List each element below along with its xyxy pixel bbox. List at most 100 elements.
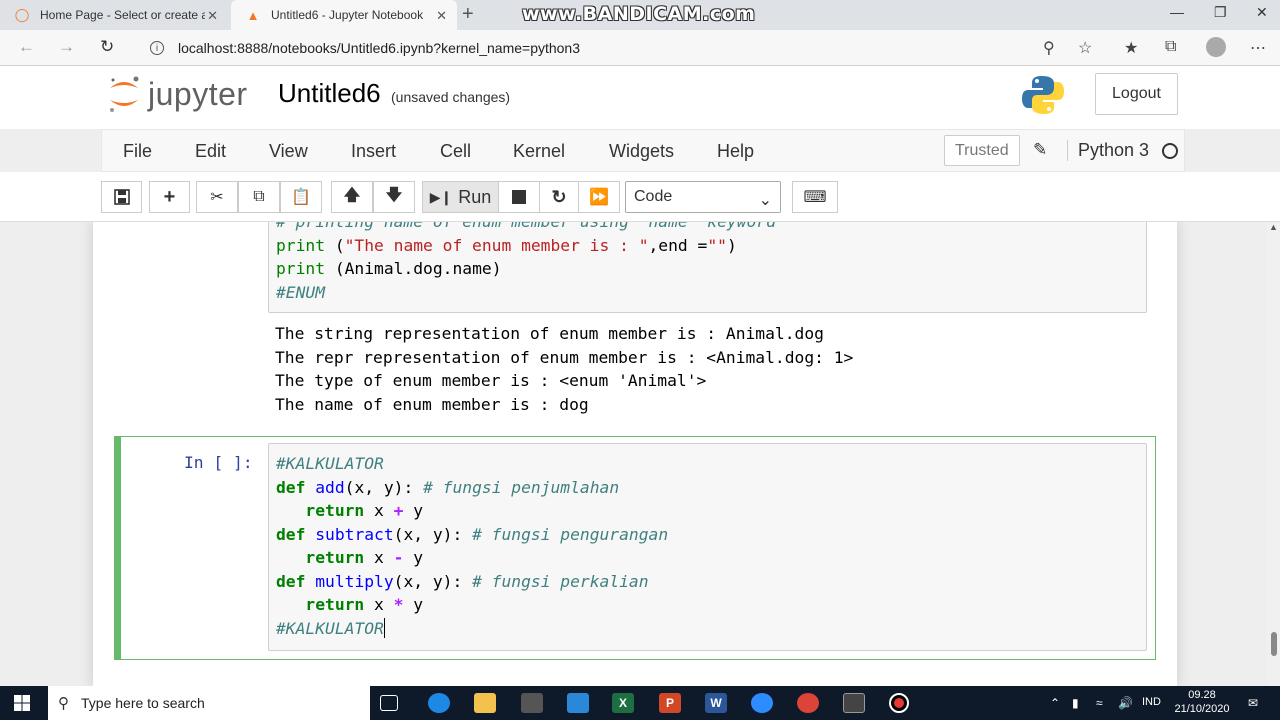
- address-bar-row: ← → ↻ i localhost:8888/notebooks/Untitle…: [0, 30, 1280, 66]
- move-up-button[interactable]: 🡅: [331, 181, 373, 213]
- forward-icon[interactable]: →: [58, 37, 75, 57]
- save-status: (unsaved changes): [391, 89, 511, 105]
- url-text: localhost:8888/notebooks/Untitled6.ipynb…: [178, 40, 581, 56]
- notebook-container: # printing name of enum member using "na…: [93, 222, 1177, 686]
- favorite-star-icon[interactable]: ☆: [1078, 38, 1092, 58]
- scrollbar-thumb[interactable]: [1271, 632, 1277, 656]
- chrome-icon[interactable]: [797, 693, 819, 713]
- profile-avatar[interactable]: [1206, 37, 1226, 57]
- excel-icon[interactable]: X: [612, 693, 634, 713]
- mail-icon[interactable]: [567, 693, 589, 713]
- menu-edit[interactable]: Edit: [195, 141, 226, 162]
- search-placeholder: Type here to search: [81, 695, 205, 711]
- jupyter-logo[interactable]: jupyter: [106, 74, 248, 114]
- close-icon[interactable]: ✕: [207, 8, 218, 24]
- menu-kernel[interactable]: Kernel: [513, 141, 565, 162]
- selected-code-cell[interactable]: In [ ]: #KALKULATOR def add(x, y): # fun…: [114, 436, 1156, 660]
- zoom-icon[interactable]: ⚲: [1043, 38, 1055, 58]
- menu-insert[interactable]: Insert: [351, 141, 396, 162]
- jupyter-logo-icon: [110, 76, 139, 112]
- run-button[interactable]: ▶❙ Run: [422, 181, 499, 213]
- cut-button[interactable]: ✂: [196, 181, 238, 213]
- restart-run-all-button[interactable]: ⏩: [578, 181, 620, 213]
- code-line: def add(x, y): # fungsi penjumlahan: [276, 477, 620, 497]
- restore-icon[interactable]: ❐: [1214, 4, 1227, 21]
- copy-button[interactable]: ⧉: [238, 181, 280, 213]
- zoom-app-icon[interactable]: [751, 693, 773, 713]
- file-explorer-icon[interactable]: [474, 693, 496, 713]
- windows-start-icon[interactable]: [14, 695, 30, 711]
- tab-untitled6[interactable]: ▲ Untitled6 - Jupyter Notebook ✕: [231, 0, 457, 30]
- favorites-list-icon[interactable]: ★: [1124, 38, 1138, 58]
- code-editor: # printing name of enum member using "na…: [276, 222, 776, 304]
- clock-time: 09.28: [1188, 689, 1216, 701]
- jupyter-header: jupyter Untitled6 (unsaved changes) Logo…: [0, 66, 1280, 129]
- insert-cell-button[interactable]: +: [149, 181, 190, 213]
- command-palette-button[interactable]: ⌨: [792, 181, 838, 213]
- code-line: #ENUM: [276, 282, 326, 302]
- cell-type-select[interactable]: Code ⌄: [625, 181, 781, 213]
- restart-button[interactable]: ↻: [539, 181, 579, 213]
- kernel-name[interactable]: Python 3: [1067, 140, 1149, 161]
- scroll-up-icon[interactable]: ▲: [1269, 222, 1278, 232]
- python-logo-icon: [1022, 76, 1064, 114]
- interrupt-button[interactable]: [498, 181, 540, 213]
- volume-icon[interactable]: 🔊: [1118, 696, 1133, 710]
- save-button[interactable]: [101, 181, 142, 213]
- store-icon[interactable]: [521, 693, 543, 713]
- url-field[interactable]: i localhost:8888/notebooks/Untitled6.ipy…: [138, 33, 1108, 63]
- wifi-icon[interactable]: ≈: [1096, 696, 1103, 710]
- trusted-indicator[interactable]: Trusted: [944, 135, 1020, 166]
- refresh-icon[interactable]: ↻: [100, 37, 114, 57]
- copy-icon: ⧉: [253, 188, 265, 205]
- notebook-title[interactable]: Untitled6: [278, 78, 381, 109]
- app-window-icon[interactable]: [843, 693, 865, 713]
- paste-button[interactable]: 📋: [280, 181, 322, 213]
- powerpoint-icon[interactable]: P: [659, 693, 681, 713]
- code-line: print ("The name of enum member is : ",e…: [276, 235, 737, 255]
- new-tab-icon[interactable]: +: [462, 3, 474, 26]
- notifications-icon[interactable]: ✉: [1248, 696, 1258, 710]
- output-line: The string representation of enum member…: [275, 324, 824, 343]
- notebook-toolbar: + ✂ ⧉ 📋 🡅 🡇 ▶❙ Run ↻ ⏩ Code ⌄ ⌨: [0, 172, 1280, 222]
- keyboard-icon: ⌨: [803, 189, 827, 206]
- code-cell-input[interactable]: #KALKULATOR def add(x, y): # fungsi penj…: [268, 443, 1147, 651]
- input-prompt: In [ ]:: [184, 453, 253, 472]
- menu-widgets[interactable]: Widgets: [609, 141, 674, 162]
- notebook-area: # printing name of enum member using "na…: [0, 222, 1280, 686]
- menu-view[interactable]: View: [269, 141, 308, 162]
- bandicam-record-icon[interactable]: [889, 693, 909, 713]
- output-line: The repr representation of enum member i…: [275, 347, 854, 367]
- taskbar-search-box[interactable]: ⚲ Type here to search: [48, 686, 370, 720]
- minimize-icon[interactable]: —: [1170, 4, 1184, 20]
- logout-button[interactable]: Logout: [1095, 73, 1178, 115]
- code-line: #KALKULATOR: [276, 454, 384, 473]
- info-icon[interactable]: i: [150, 41, 164, 55]
- more-menu-icon[interactable]: ⋯: [1250, 38, 1266, 58]
- move-down-button[interactable]: 🡇: [373, 181, 415, 213]
- menu-help[interactable]: Help: [717, 141, 754, 162]
- code-cell-input[interactable]: # printing name of enum member using "na…: [268, 222, 1147, 313]
- close-window-icon[interactable]: ✕: [1256, 4, 1268, 21]
- show-hidden-icons-icon[interactable]: ⌃: [1050, 696, 1060, 710]
- system-clock[interactable]: 09.28 21/10/2020: [1170, 688, 1234, 716]
- jupyter-favicon-icon: ◯: [14, 7, 30, 22]
- collections-icon[interactable]: ⧉: [1165, 38, 1176, 56]
- arrow-up-icon: 🡅: [343, 186, 361, 204]
- tab-home-page[interactable]: ◯ Home Page - Select or create a n ✕: [0, 0, 228, 30]
- menu-bar: File Edit View Insert Cell Kernel Widget…: [101, 129, 1185, 172]
- edge-browser-icon[interactable]: [428, 693, 450, 713]
- page-scrollbar[interactable]: ▲: [1267, 222, 1280, 686]
- close-icon[interactable]: ✕: [436, 8, 447, 24]
- code-line: return x - y: [305, 548, 424, 567]
- menu-cell[interactable]: Cell: [440, 141, 471, 162]
- menu-file[interactable]: File: [123, 141, 152, 162]
- battery-icon[interactable]: ▮: [1072, 696, 1079, 710]
- back-icon[interactable]: ←: [18, 37, 35, 57]
- language-indicator[interactable]: IND: [1142, 696, 1161, 708]
- word-icon[interactable]: W: [705, 693, 727, 713]
- task-view-icon[interactable]: [380, 695, 398, 711]
- paste-icon: 📋: [291, 189, 311, 206]
- output-line: The type of enum member is : <enum 'Anim…: [275, 371, 707, 390]
- edit-pencil-icon[interactable]: ✎: [1033, 140, 1047, 160]
